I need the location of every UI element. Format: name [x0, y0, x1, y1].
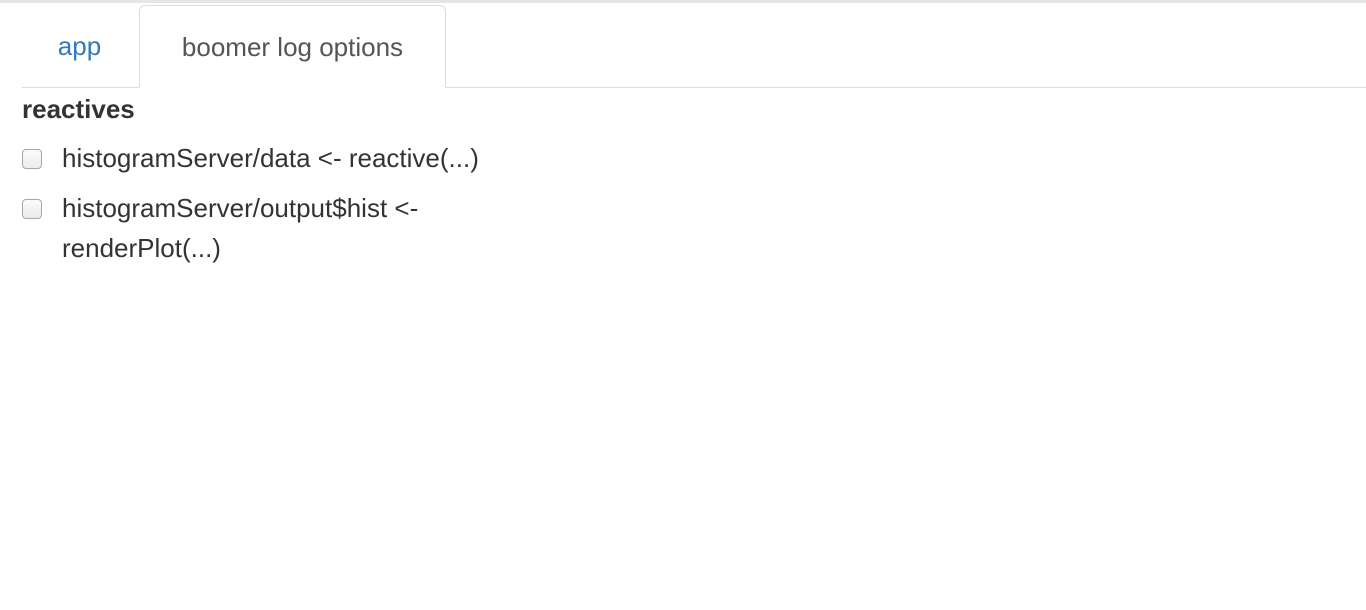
tab-bar: app boomer log options	[22, 5, 1366, 88]
tab-app[interactable]: app	[22, 5, 137, 87]
checkbox-label[interactable]: histogramServer/data <- reactive(...)	[62, 138, 522, 178]
checkbox-label[interactable]: histogramServer/output$hist <- renderPlo…	[62, 188, 482, 268]
option-row[interactable]: histogramServer/output$hist <- renderPlo…	[22, 193, 482, 268]
top-divider	[0, 0, 1366, 3]
section-title-reactives: reactives	[22, 94, 135, 124]
checkbox[interactable]	[22, 199, 42, 219]
checkbox[interactable]	[22, 149, 42, 169]
tab-boomer-log-options[interactable]: boomer log options	[139, 5, 446, 88]
option-row[interactable]: histogramServer/data <- reactive(...)	[22, 143, 522, 178]
